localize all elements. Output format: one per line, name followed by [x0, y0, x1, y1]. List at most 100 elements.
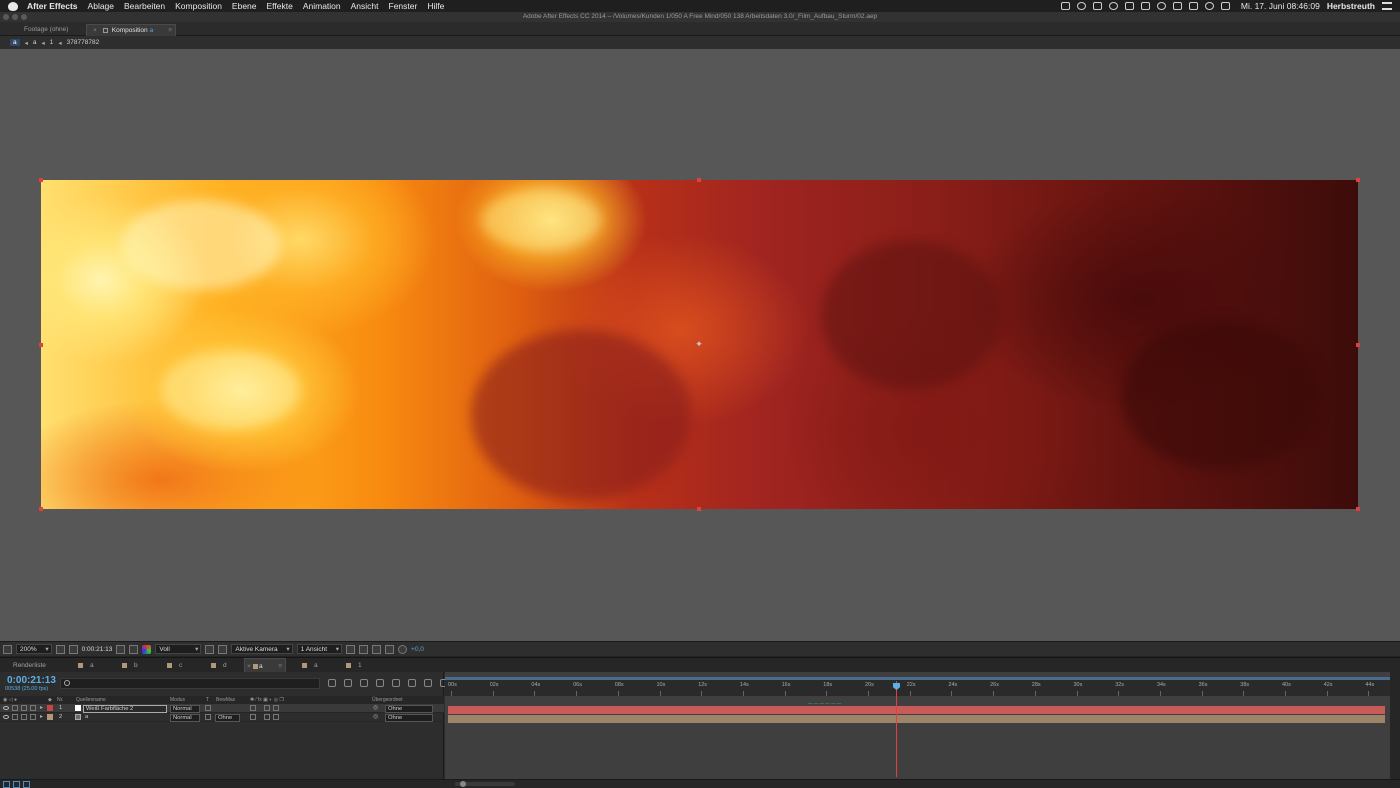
always-preview-icon[interactable]	[3, 644, 12, 654]
layer-duration-bar-1[interactable]: — — — — — —	[448, 701, 1385, 714]
solo-toggle[interactable]	[21, 714, 27, 720]
battery-icon[interactable]	[1220, 2, 1230, 10]
mode-dropdown[interactable]: Normal	[170, 714, 200, 722]
menu-clock[interactable]: Mi. 17. Juni 08:46:09	[1241, 1, 1320, 11]
timeline-timecode[interactable]: 0:00:21:13	[7, 675, 56, 686]
monitor-icon[interactable]	[1092, 2, 1102, 10]
anchor-point-icon[interactable]: ✦	[695, 340, 703, 349]
layer-handle[interactable]	[39, 507, 43, 511]
draft-3d-icon[interactable]	[344, 679, 352, 687]
pick-whip-icon[interactable]: ◎	[373, 705, 378, 711]
expand-inout-icon[interactable]	[23, 781, 30, 788]
expand-switches-icon[interactable]	[3, 781, 10, 788]
tab-comp-d[interactable]: d	[211, 658, 227, 673]
preserve-transparency-toggle[interactable]	[205, 714, 211, 720]
notification-center-icon[interactable]	[1382, 2, 1392, 10]
frame-blending-icon[interactable]	[376, 679, 384, 687]
layer-handle[interactable]	[697, 507, 701, 511]
lock-toggle[interactable]	[30, 705, 36, 711]
tab-comp-b[interactable]: b	[122, 658, 138, 673]
shy-switch[interactable]	[250, 714, 256, 720]
expand-arrow-icon[interactable]: ▸	[40, 705, 43, 711]
sync-icon[interactable]	[1076, 2, 1086, 10]
breadcrumb-item[interactable]: a	[33, 39, 37, 46]
exposure-reset-icon[interactable]	[398, 644, 408, 654]
menu-komposition[interactable]: Komposition	[175, 1, 222, 11]
breadcrumb-item[interactable]: 1	[50, 39, 54, 46]
close-tab-icon[interactable]: ×	[93, 27, 97, 34]
safe-zones-icon[interactable]	[55, 644, 65, 654]
layer-handle[interactable]	[39, 343, 43, 347]
menu-ebene[interactable]: Ebene	[232, 1, 257, 11]
timeline-track-area[interactable]: 00s 02s 04s 06s 08s 10s 12s 14s 16s 18s 20s 22s 24s 2…	[445, 672, 1400, 788]
menu-ablage[interactable]: Ablage	[88, 1, 114, 11]
solo-toggle[interactable]	[21, 705, 27, 711]
bluetooth-icon[interactable]	[1172, 2, 1182, 10]
layer-row-2[interactable]: ▸ 2 a Normal Ohne ◎ Ohne	[0, 713, 444, 722]
current-time[interactable]: 0:00:21:13	[82, 646, 113, 653]
layer-handle[interactable]	[1356, 178, 1360, 182]
time-ruler[interactable]: 00s 02s 04s 06s 08s 10s 12s 14s 16s 18s 20s 22s 24s 2…	[445, 680, 1390, 696]
brainstorm-icon[interactable]	[424, 679, 432, 687]
menu-effekte[interactable]: Effekte	[267, 1, 293, 11]
expand-arrow-icon[interactable]: ▸	[40, 714, 43, 720]
dropbox-icon[interactable]	[1060, 2, 1070, 10]
parent-dropdown[interactable]: Ohne	[385, 714, 433, 722]
exposure-value[interactable]: +0,0	[411, 646, 424, 653]
preserve-transparency-toggle[interactable]	[205, 705, 211, 711]
motion-blur-icon[interactable]	[392, 679, 400, 687]
layer-handle[interactable]	[1356, 343, 1360, 347]
menu-app[interactable]: After Effects	[27, 1, 78, 11]
channel-icon[interactable]	[142, 644, 152, 654]
shield-icon[interactable]	[1140, 2, 1150, 10]
tab-comp-a[interactable]: a	[78, 658, 94, 673]
timeline-scrollbar[interactable]	[1390, 672, 1400, 788]
eye-icon[interactable]	[3, 715, 9, 719]
tab-comp-1[interactable]: 1	[346, 658, 362, 673]
layer-name-input[interactable]: Weiß Farbfläche 2	[83, 705, 167, 713]
lock-toggle[interactable]	[30, 714, 36, 720]
flowchart-icon[interactable]	[385, 644, 395, 654]
view-layout-dropdown[interactable]: 1 Ansicht	[296, 644, 343, 654]
layer-handle[interactable]	[697, 178, 701, 182]
message-icon[interactable]	[1124, 2, 1134, 10]
record-icon[interactable]	[1108, 2, 1118, 10]
expand-modes-icon[interactable]	[13, 781, 20, 788]
playhead-line[interactable]	[896, 681, 897, 777]
eye-icon[interactable]	[3, 706, 9, 710]
shy-layers-icon[interactable]	[360, 679, 368, 687]
layer-marker[interactable]: — — — — — —	[808, 701, 841, 706]
menu-user[interactable]: Herbstreuth	[1327, 1, 1375, 11]
timeline-icon[interactable]	[372, 644, 382, 654]
graph-editor-icon[interactable]	[408, 679, 416, 687]
lock-icon[interactable]	[102, 27, 108, 33]
fast-preview-icon[interactable]	[359, 644, 369, 654]
toggle-pixel-aspect-icon[interactable]	[346, 644, 356, 654]
comp-mini-flowchart-icon[interactable]	[328, 679, 336, 687]
time-machine-icon[interactable]	[1156, 2, 1166, 10]
layer-row-1[interactable]: ▸ 1 Weiß Farbfläche 2 Normal ◎ Ohne	[0, 704, 444, 713]
pick-whip-icon[interactable]: ◎	[373, 714, 378, 720]
transparency-grid-icon[interactable]	[218, 644, 228, 654]
layer-name[interactable]: a	[85, 714, 88, 720]
trkmat-dropdown[interactable]: Ohne	[215, 714, 241, 722]
menu-animation[interactable]: Animation	[303, 1, 341, 11]
show-snapshot-icon[interactable]	[129, 644, 139, 654]
layer-handle[interactable]	[39, 178, 43, 182]
mode-dropdown[interactable]: Normal	[170, 705, 200, 713]
snapshot-icon[interactable]	[116, 644, 126, 654]
menu-fenster[interactable]: Fenster	[389, 1, 418, 11]
effect-switch[interactable]	[273, 714, 279, 720]
menu-bearbeiten[interactable]: Bearbeiten	[124, 1, 165, 11]
tab-comp-c[interactable]: c	[167, 658, 182, 673]
camera-dropdown[interactable]: Aktive Kamera	[231, 644, 293, 654]
composition-viewer[interactable]: ✦	[0, 49, 1400, 641]
mask-visibility-icon[interactable]	[68, 644, 78, 654]
shy-switch[interactable]	[250, 705, 256, 711]
label-color[interactable]	[47, 705, 53, 711]
tab-render-queue[interactable]: Renderliste	[13, 658, 46, 673]
resolution-dropdown[interactable]: Voll	[155, 644, 202, 654]
audio-toggle[interactable]	[12, 714, 18, 720]
wifi-icon[interactable]	[1204, 2, 1214, 10]
tab-composition[interactable]: × Komposition a ≡	[86, 24, 176, 36]
